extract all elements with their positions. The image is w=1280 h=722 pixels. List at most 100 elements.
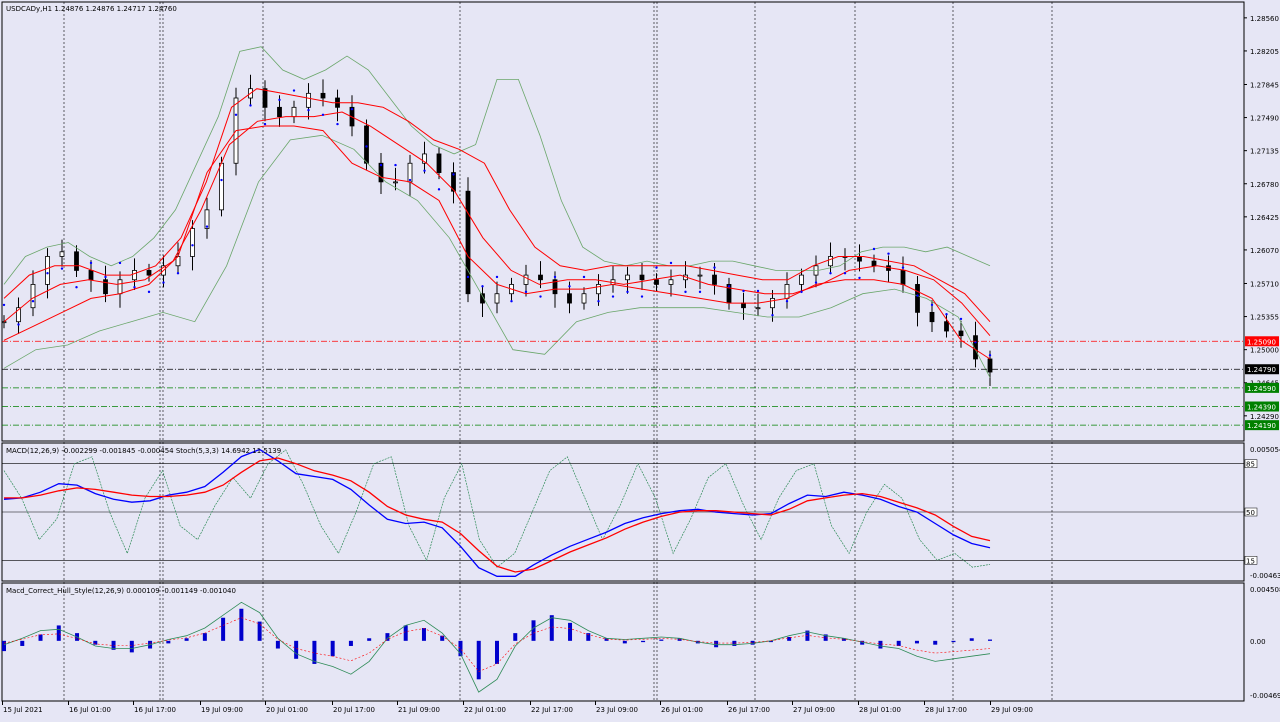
macd-title: MACD(12,26,9) -0.002299 -0.001845 -0.000… — [6, 447, 281, 455]
x-tick-label: 28 Jul 17:00 — [925, 706, 967, 714]
candle-body — [871, 260, 877, 267]
x-tick-label: 29 Jul 09:00 — [991, 706, 1033, 714]
candle-body — [900, 270, 906, 285]
histogram-bar — [586, 633, 591, 641]
hull-title: Macd_Correct_Hull_Style(12,26,9) 0.00010… — [6, 587, 236, 595]
sar-dot — [31, 299, 35, 303]
candle-body — [958, 330, 964, 337]
candle-body — [538, 274, 543, 281]
sar-dot — [597, 299, 600, 303]
sar-dot — [524, 290, 528, 294]
sar-dot — [365, 145, 368, 148]
sar-dot — [220, 178, 223, 182]
sar-dot — [510, 299, 513, 303]
candle-body — [523, 274, 529, 285]
x-tick-label: 21 Jul 09:00 — [398, 706, 440, 714]
sar-dot — [423, 169, 426, 172]
histogram-bar — [513, 633, 518, 641]
sar-dot — [988, 354, 992, 357]
candle-body — [291, 106, 297, 118]
histogram-bar — [531, 620, 536, 641]
candle-body — [146, 270, 152, 276]
candle-body — [987, 358, 993, 373]
histogram-bar — [714, 640, 719, 648]
candle-body — [262, 88, 268, 108]
sar-dot — [800, 290, 803, 294]
candle-body — [668, 279, 674, 285]
sar-dot — [452, 173, 455, 176]
sar-dot — [234, 113, 238, 116]
sar-dot — [756, 289, 760, 293]
y-tick-label: 1.25355 — [1250, 314, 1279, 322]
sar-dot — [582, 275, 586, 279]
candle-body — [741, 302, 746, 309]
sar-dot — [684, 290, 687, 294]
stoch-level-label: 50 — [1246, 509, 1255, 517]
histogram-bar — [659, 639, 664, 641]
x-tick-label: 20 Jul 17:00 — [333, 706, 375, 714]
candle-body — [625, 274, 630, 281]
y-tick-label: -0.00469 — [1250, 692, 1280, 700]
sar-dot — [336, 122, 339, 126]
sar-dot — [640, 295, 644, 298]
candle-body — [654, 279, 659, 285]
candle-body — [494, 293, 500, 304]
candle-body — [74, 251, 79, 271]
sar-dot — [205, 225, 209, 228]
y-tick-label: 1.26070 — [1250, 247, 1279, 255]
histogram-bar — [2, 640, 6, 652]
sar-dot — [742, 289, 745, 293]
sar-dot — [481, 285, 484, 288]
x-tick-label: 20 Jul 01:00 — [266, 706, 308, 714]
candle-body — [799, 274, 804, 285]
y-tick-label: -0.004633 — [1250, 572, 1280, 580]
x-tick-label: 22 Jul 01:00 — [464, 706, 506, 714]
histogram-bar — [239, 608, 244, 641]
x-tick-label: 23 Jul 09:00 — [596, 706, 638, 714]
histogram-bar — [641, 640, 646, 643]
candle-body — [45, 256, 50, 285]
sar-dot — [916, 294, 919, 297]
x-tick-label: 16 Jul 17:00 — [134, 706, 176, 714]
sar-dot — [292, 89, 296, 92]
histogram-bar — [988, 639, 992, 641]
histogram-bar — [184, 638, 189, 641]
candle-body — [190, 228, 195, 257]
histogram-bar — [914, 640, 919, 644]
sar-dot — [466, 275, 470, 279]
sar-dot — [887, 252, 890, 255]
y-tick-label: 1.26780 — [1250, 181, 1279, 189]
x-tick-label: 28 Jul 01:00 — [859, 706, 901, 714]
price-level-label: 1.24390 — [1247, 404, 1276, 412]
sar-dot — [553, 275, 557, 279]
sar-dot — [133, 286, 136, 289]
sar-dot — [945, 313, 948, 316]
candle-body — [755, 307, 761, 310]
histogram-bar — [568, 622, 573, 641]
sar-dot — [321, 113, 325, 116]
sar-dot — [698, 290, 702, 294]
candle-body — [944, 321, 949, 332]
candle-body — [712, 274, 717, 285]
sar-dot — [959, 317, 963, 321]
price-level-label: 1.24190 — [1247, 422, 1276, 430]
candle-body — [784, 284, 790, 299]
histogram-bar — [202, 633, 207, 641]
trading-chart[interactable]: 1.28560 1.28205 1.27845 1.27490 1.27135 1.267… — [0, 0, 1280, 718]
sar-dot — [75, 286, 78, 289]
sar-dot — [785, 299, 789, 303]
sar-dot — [379, 163, 383, 167]
sar-dot — [872, 247, 876, 251]
candle-body — [277, 106, 282, 118]
chart-canvas[interactable]: 1.28560 1.28205 1.27845 1.27490 1.27135 1.267… — [0, 0, 1280, 718]
histogram-bar — [129, 640, 134, 653]
histogram-bar — [878, 640, 883, 649]
histogram-bar — [56, 625, 61, 641]
sar-dot — [611, 295, 615, 298]
y-tick-label: 0.005054 — [1250, 446, 1280, 454]
candle-body — [132, 270, 137, 281]
x-tick-label: 19 Jul 09:00 — [201, 706, 243, 714]
candle-body — [915, 284, 920, 313]
histogram-bar — [294, 640, 299, 659]
x-tick-label: 22 Jul 17:00 — [531, 706, 573, 714]
